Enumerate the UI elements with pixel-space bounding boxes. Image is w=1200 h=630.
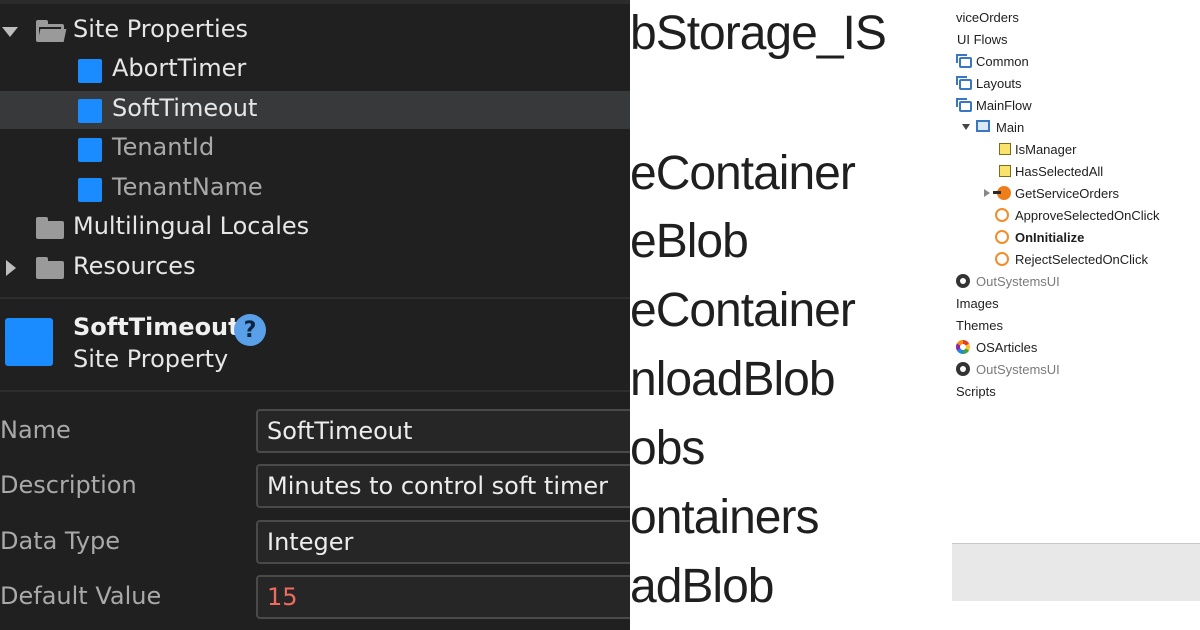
top-partial-row: [0, 0, 630, 4]
site-property-icon: [78, 178, 102, 202]
service-studio-left-panel: Site Properties AbortTimer SoftTimeout T…: [0, 0, 630, 630]
site-property-icon: [78, 138, 102, 162]
tree-item-label: OnInitialize: [1015, 230, 1085, 245]
tree-item-label: ApproveSelectedOnClick: [1015, 208, 1160, 223]
tree-item-label: SoftTimeout: [112, 94, 258, 122]
tree-item-label: TenantName: [112, 173, 263, 201]
site-property-large-icon: [5, 318, 53, 366]
tree-item-label: GetServiceOrders: [1015, 186, 1120, 201]
tree-item-label: Main: [996, 120, 1025, 135]
panel-footer: [952, 543, 1200, 601]
list-item: eBlob: [630, 215, 749, 268]
tree-item-label: Site Properties: [73, 15, 248, 43]
zoomed-method-list: bStorage_IS eContainer eBlob eContainer …: [630, 0, 952, 630]
theme-icon: [956, 340, 970, 354]
tree-item-label: RejectSelectedOnClick: [1015, 252, 1148, 267]
screen-icon: [976, 120, 990, 132]
tree-item-label: AbortTimer: [112, 54, 247, 82]
description-field[interactable]: Minutes to control soft timer: [256, 464, 630, 508]
tree-item-abort-timer[interactable]: AbortTimer: [0, 51, 630, 89]
tree-item-tenant-id[interactable]: TenantId: [0, 130, 630, 168]
tree-item-label: OutSystemsUI: [976, 362, 1060, 377]
module-reference-icon: [956, 274, 970, 288]
tree-item-site-properties[interactable]: Site Properties: [0, 12, 630, 50]
ui-flow-icon: [956, 54, 972, 68]
list-item: eContainer: [630, 284, 856, 337]
tree-item-label: Scripts: [956, 384, 996, 399]
data-type-select[interactable]: Integer: [256, 520, 630, 564]
default-value-field[interactable]: 15: [256, 575, 630, 619]
local-variable-icon: [999, 165, 1011, 177]
site-property-icon: [78, 99, 102, 123]
ui-flow-icon: [956, 76, 972, 90]
tree-item-label: Multilingual Locales: [73, 212, 310, 240]
folder-icon: [36, 217, 64, 239]
client-action-icon: [995, 230, 1009, 244]
tree-item-label: OSArticles: [976, 340, 1038, 355]
ui-flow-icon: [956, 98, 972, 112]
name-field[interactable]: SoftTimeout: [256, 409, 630, 453]
help-icon[interactable]: ?: [234, 314, 266, 346]
chevron-down-icon[interactable]: [962, 124, 970, 130]
tree-divider: [0, 297, 630, 299]
tree-item-label: Common: [976, 54, 1029, 69]
properties-title: SoftTimeout: [73, 313, 240, 341]
tree-item-label: HasSelectedAll: [1015, 164, 1104, 179]
name-label: Name: [0, 416, 71, 444]
chevron-right-icon[interactable]: [6, 260, 16, 276]
tree-item-multilingual-locales[interactable]: Multilingual Locales: [0, 209, 630, 247]
tree-item-label: Layouts: [976, 76, 1022, 91]
list-item: obs: [630, 422, 705, 475]
tree-item-label: IsManager: [1015, 142, 1077, 157]
list-item: adBlob: [630, 560, 774, 613]
folder-icon: [36, 257, 64, 279]
properties-divider: [0, 390, 630, 392]
module-reference-icon: [956, 362, 970, 376]
client-action-icon: [995, 252, 1009, 266]
properties-element-type: Site Property: [73, 345, 229, 373]
interface-tree-panel: viceOrders UI Flows Common Layouts MainF…: [952, 0, 1200, 630]
aggregate-icon: [993, 186, 1011, 200]
tree-item-soft-timeout[interactable]: SoftTimeout: [0, 91, 630, 129]
tree-item-tenant-name[interactable]: TenantName: [0, 170, 630, 208]
tree-item-label: OutSystemsUI: [976, 274, 1060, 289]
tree-item-label: UI Flows: [957, 32, 1008, 47]
tree-item-label: TenantId: [112, 133, 215, 161]
data-type-label: Data Type: [0, 527, 121, 555]
list-item: eContainer: [630, 147, 856, 200]
list-item: nloadBlob: [630, 353, 836, 406]
list-item: bStorage_IS: [630, 7, 887, 60]
tree-item-label: MainFlow: [976, 98, 1032, 113]
local-variable-icon: [999, 143, 1011, 155]
tree-item-label: Images: [956, 296, 999, 311]
tree-item-label: Themes: [956, 318, 1003, 333]
tree-item-label: viceOrders: [956, 10, 1019, 25]
client-action-icon: [995, 208, 1009, 222]
list-item: ontainers: [630, 491, 819, 544]
folder-open-icon: [36, 20, 67, 42]
description-label: Description: [0, 471, 137, 499]
chevron-down-icon[interactable]: [2, 27, 18, 37]
tree-item-label: Resources: [73, 252, 196, 280]
site-property-icon: [78, 59, 102, 83]
default-value-label: Default Value: [0, 582, 162, 610]
tree-item-resources[interactable]: Resources: [0, 249, 630, 287]
chevron-right-icon[interactable]: [984, 189, 990, 197]
